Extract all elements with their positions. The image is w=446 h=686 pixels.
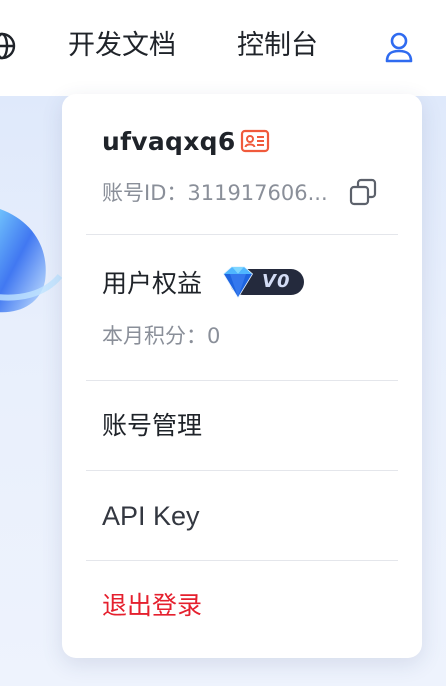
api-key-item[interactable]: API Key	[102, 496, 200, 536]
logout-item[interactable]: 退出登录	[102, 586, 202, 626]
divider	[86, 380, 398, 381]
username: ufvaqxq6	[102, 126, 236, 156]
globe-icon[interactable]	[0, 30, 18, 62]
user-benefits-label: 用户权益	[102, 269, 203, 298]
id-card-icon	[240, 129, 269, 153]
divider	[86, 470, 398, 471]
user-dropdown-menu: ufvaqxq6 账号ID：311917606... 用户权益 V0 本月积分：…	[62, 94, 422, 658]
nav-console-link[interactable]: 控制台	[237, 26, 318, 66]
account-id: 账号ID：311917606...	[102, 181, 328, 205]
diamond-icon	[222, 266, 254, 299]
divider	[86, 234, 398, 235]
monthly-points: 本月积分：0	[102, 324, 221, 348]
username-row: ufvaqxq6	[102, 122, 270, 160]
hero-decoration	[0, 209, 63, 313]
vip-level-text: V0	[262, 271, 291, 292]
top-navbar: 开发文档 控制台	[0, 0, 446, 96]
account-management-item[interactable]: 账号管理	[102, 406, 202, 446]
vip-level-badge: V0	[218, 264, 306, 300]
account-id-row: 账号ID：311917606...	[102, 174, 378, 210]
copy-icon[interactable]	[348, 177, 378, 207]
user-icon[interactable]	[382, 30, 416, 64]
divider	[86, 560, 398, 561]
nav-docs-link[interactable]: 开发文档	[68, 26, 176, 66]
user-benefits-row[interactable]: 用户权益 V0	[102, 262, 306, 302]
